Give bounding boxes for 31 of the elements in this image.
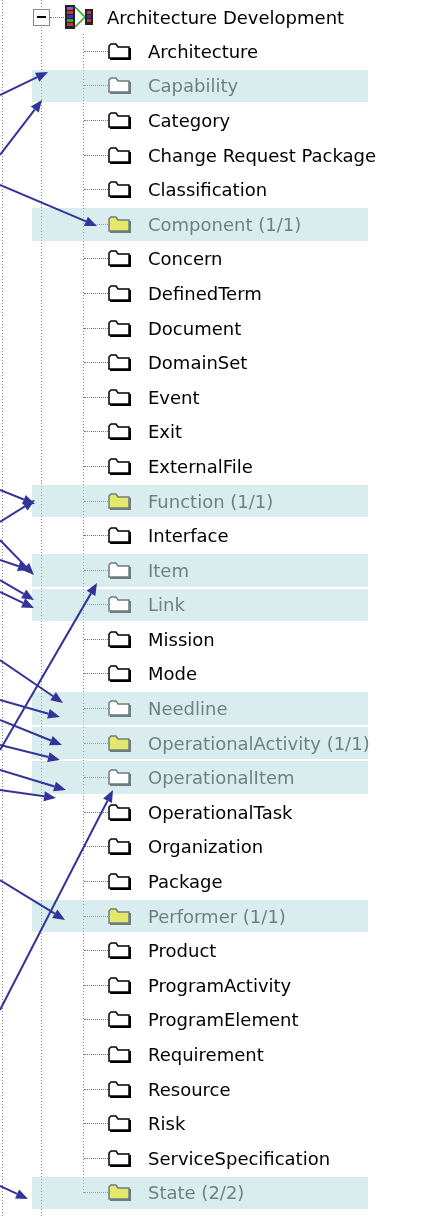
tree-item[interactable]: ExternalFile (108, 455, 253, 477)
tree-item[interactable]: Mission (108, 628, 215, 650)
tree-item[interactable]: Risk (108, 1113, 186, 1135)
tree-item[interactable]: OperationalTask (108, 801, 293, 823)
tree-item[interactable]: Interface (108, 525, 229, 547)
tree-item[interactable]: Concern (108, 248, 223, 270)
diagram-icon (64, 4, 94, 30)
tree-item[interactable]: Requirement (108, 1044, 264, 1065)
tree-item[interactable]: Mode (108, 663, 198, 685)
tree-item[interactable]: Package (108, 871, 223, 893)
arrow (0, 1185, 28, 1199)
tree-item[interactable]: Organization (108, 836, 264, 858)
tree-item[interactable]: Classification (108, 179, 268, 201)
tree-item[interactable]: Document (108, 317, 242, 339)
tree-item[interactable]: ProgramElement (108, 1009, 299, 1031)
tree-item[interactable]: Product (108, 940, 217, 962)
tree-item[interactable]: Exit (108, 421, 183, 443)
collapse-toggle[interactable] (33, 8, 50, 26)
tree-item[interactable]: Change Request Package (108, 144, 377, 166)
tree-item[interactable]: Category (108, 110, 231, 131)
arrow (0, 100, 42, 156)
arrow (0, 72, 48, 96)
tree-item[interactable]: Architecture (108, 40, 259, 62)
tree-item[interactable]: DomainSet (108, 352, 248, 374)
tree-item[interactable]: Resource (108, 1078, 231, 1100)
tree-item[interactable]: Architecture Development (64, 4, 345, 30)
tree-item[interactable]: Event (108, 386, 200, 408)
tree-item[interactable]: DefinedTerm (108, 282, 262, 304)
tree-item[interactable]: State (2/2) (108, 1182, 245, 1204)
tree-item[interactable]: ServiceSpecification (108, 1147, 331, 1169)
tree-item[interactable]: ProgramActivity (108, 974, 292, 996)
